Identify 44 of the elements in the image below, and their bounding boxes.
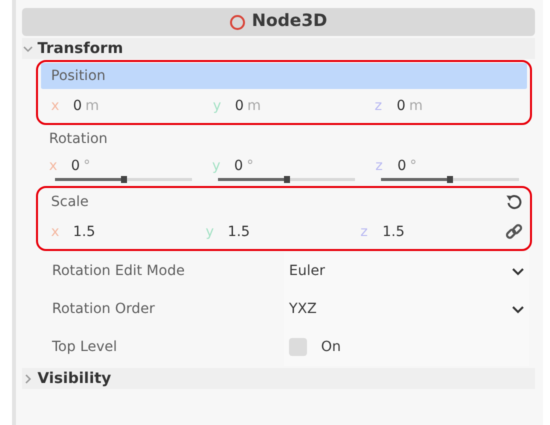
property-label: Top Level [51, 338, 118, 356]
unit-label: m [247, 96, 261, 116]
checkbox[interactable] [289, 338, 307, 356]
unit-label: ° [410, 157, 417, 176]
property-label[interactable]: Rotation [39, 126, 528, 152]
property-label: Rotation Edit Mode [51, 262, 186, 280]
reset-icon[interactable] [505, 193, 523, 211]
vector-field[interactable]: x 0 ° [49, 156, 202, 176]
unit-label: ° [83, 157, 90, 176]
unit-label: ° [246, 157, 254, 176]
axis-label: x [51, 96, 60, 116]
slider-thumb[interactable] [446, 176, 453, 183]
checkbox-label[interactable]: On [321, 336, 341, 358]
property-label[interactable]: Scale [41, 189, 505, 215]
axis-label: y [206, 222, 215, 242]
slider-track[interactable] [381, 178, 519, 181]
vector-field[interactable]: y 1.5 [206, 222, 350, 242]
header-title: Node3D [252, 10, 328, 34]
axis-label: x [51, 222, 60, 242]
vector-field[interactable]: z 1.5 [360, 222, 506, 242]
vector-field[interactable]: x 0 m [51, 96, 203, 116]
section-header[interactable]: Transform [22, 38, 535, 59]
vector-field[interactable]: y 0 m [212, 96, 365, 116]
axis-label: x [49, 157, 58, 176]
slider-track[interactable] [218, 178, 356, 181]
axis-label: y [212, 157, 222, 176]
link-icon[interactable] [505, 222, 524, 240]
vector-field[interactable]: y 0 ° [212, 156, 366, 176]
property-label[interactable]: Position [41, 63, 526, 89]
slider-thumb[interactable] [284, 176, 290, 183]
slider-track[interactable] [55, 178, 192, 181]
axis-label: y [212, 96, 222, 116]
axis-label: z [375, 157, 384, 176]
vector-field[interactable]: x 1.5 [51, 222, 196, 242]
axis-label: z [374, 96, 384, 116]
node-icon [230, 14, 245, 30]
axis-label: z [360, 222, 369, 242]
unit-label: m [409, 96, 423, 116]
slider-thumb[interactable] [120, 176, 127, 183]
unit-label: m [85, 96, 100, 116]
vector-field[interactable]: z 0 m [374, 96, 526, 116]
property-label: Rotation Order [51, 300, 156, 318]
section-header[interactable]: Visibility [22, 368, 535, 389]
vector-field[interactable]: z 0 ° [375, 156, 529, 176]
